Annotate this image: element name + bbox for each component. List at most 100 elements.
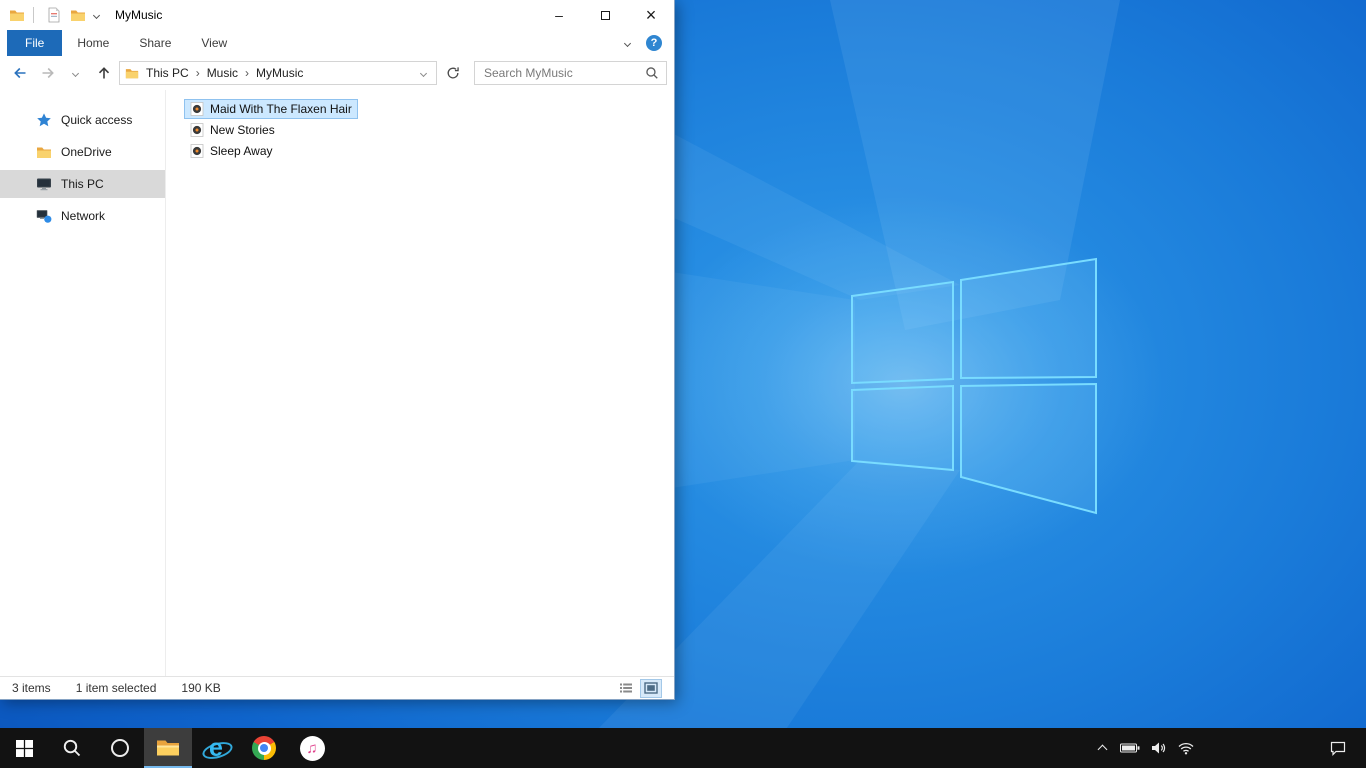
file-name: Sleep Away (210, 144, 273, 158)
expand-ribbon-chevron-icon[interactable] (623, 39, 632, 47)
file-explorer-window: MyMusic – × File Home Share View ? This … (0, 0, 675, 700)
sidebar-item-label: Quick access (61, 113, 133, 127)
breadcrumb[interactable]: This PC › Music › MyMusic (119, 61, 437, 85)
cortana-icon (111, 739, 129, 757)
taskbar: e ♫ (0, 728, 1366, 768)
volume-button[interactable] (1144, 728, 1172, 768)
window-controls: – × (536, 0, 674, 30)
taskbar-itunes-button[interactable]: ♫ (288, 728, 336, 768)
chevron-down-icon (71, 69, 80, 77)
tab-view[interactable]: View (186, 30, 242, 56)
large-icons-view-icon (643, 680, 659, 696)
quick-access-toolbar-divider (33, 7, 34, 23)
minimize-button[interactable]: – (536, 0, 582, 30)
sidebar-item-quick-access[interactable]: Quick access (0, 106, 165, 134)
selection-size: 190 KB (181, 681, 221, 695)
breadcrumb-music[interactable]: Music (200, 66, 245, 80)
file-item[interactable]: Maid With The Flaxen Hair (184, 99, 358, 119)
taskbar-file-explorer-button[interactable] (144, 728, 192, 768)
folder-icon (36, 144, 52, 160)
start-button[interactable] (0, 728, 48, 768)
windows-logo-icon (16, 740, 33, 757)
taskbar-search-button[interactable] (48, 728, 96, 768)
system-tray (1088, 728, 1366, 768)
address-dropdown-button[interactable] (415, 69, 432, 77)
show-hidden-icons-button[interactable] (1088, 728, 1116, 768)
taskbar-internet-explorer-button[interactable]: e (192, 728, 240, 768)
battery-icon (1120, 743, 1140, 753)
file-item[interactable]: New Stories (184, 120, 281, 140)
maximize-icon (600, 10, 610, 20)
sidebar-item-label: OneDrive (61, 145, 112, 159)
large-icons-view-button[interactable] (640, 678, 662, 698)
taskbar-chrome-button[interactable] (240, 728, 288, 768)
window-folder-icon (9, 7, 25, 23)
wifi-icon (1178, 742, 1194, 755)
status-bar: 3 items 1 item selected 190 KB (0, 676, 674, 699)
internet-explorer-icon: e (202, 734, 230, 762)
tab-home[interactable]: Home (62, 30, 124, 56)
selection-count: 1 item selected (75, 681, 157, 695)
breadcrumb-this-pc[interactable]: This PC (139, 66, 196, 80)
file-list[interactable]: Maid With The Flaxen Hair New Stories Sl… (166, 90, 674, 676)
title-bar[interactable]: MyMusic – × (0, 0, 674, 30)
file-name: Maid With The Flaxen Hair (210, 102, 352, 116)
itunes-icon: ♫ (299, 735, 325, 761)
chevron-down-icon (419, 69, 428, 77)
search-icon (645, 66, 659, 80)
ribbon-tab-bar: File Home Share View ? (0, 30, 674, 56)
details-view-button[interactable] (615, 679, 637, 698)
sidebar-item-label: This PC (61, 177, 104, 191)
maximize-button[interactable] (582, 0, 628, 30)
sidebar-item-this-pc[interactable]: This PC (0, 170, 165, 198)
chrome-icon (252, 736, 276, 760)
sidebar-item-onedrive[interactable]: OneDrive (0, 138, 165, 166)
back-button[interactable] (7, 60, 32, 86)
cortana-button[interactable] (96, 728, 144, 768)
customize-quick-access-toolbar-button[interactable] (90, 11, 103, 19)
address-bar: This PC › Music › MyMusic (0, 56, 674, 90)
action-center-button[interactable] (1316, 728, 1360, 768)
tab-file[interactable]: File (7, 30, 63, 56)
music-file-icon (190, 123, 204, 137)
new-folder-button[interactable] (66, 7, 90, 23)
sidebar-item-label: Network (61, 209, 106, 223)
arrow-up-icon (96, 65, 112, 81)
forward-button[interactable] (35, 60, 60, 86)
window-title: MyMusic (115, 8, 163, 22)
breadcrumb-mymusic[interactable]: MyMusic (249, 66, 310, 80)
music-file-icon (190, 102, 204, 116)
search-input[interactable] (482, 65, 645, 81)
up-button[interactable] (91, 60, 116, 86)
pc-icon (36, 176, 52, 192)
location-folder-icon (125, 66, 139, 80)
file-item[interactable]: Sleep Away (184, 141, 279, 161)
battery-status-button[interactable] (1116, 728, 1144, 768)
network-status-button[interactable] (1172, 728, 1200, 768)
item-count: 3 items (12, 681, 51, 695)
music-file-icon (190, 144, 204, 158)
arrow-right-icon (40, 65, 56, 81)
close-button[interactable]: × (628, 0, 674, 30)
star-icon (36, 112, 52, 128)
action-center-icon (1330, 740, 1346, 756)
details-view-icon (618, 680, 634, 696)
navigation-pane: Quick access OneDrive This PC Network (0, 90, 166, 676)
arrow-left-icon (12, 65, 28, 81)
search-icon (62, 738, 82, 758)
properties-button[interactable] (42, 7, 66, 23)
file-name: New Stories (210, 123, 275, 137)
chevron-up-icon (1097, 744, 1107, 755)
file-explorer-icon (156, 736, 180, 760)
refresh-icon (446, 66, 460, 80)
properties-icon (46, 7, 62, 23)
speaker-icon (1150, 740, 1166, 756)
chevron-down-icon (92, 11, 101, 19)
sidebar-item-network[interactable]: Network (0, 202, 165, 230)
recent-locations-button[interactable] (63, 60, 88, 86)
help-button[interactable]: ? (646, 35, 662, 51)
tab-share[interactable]: Share (124, 30, 186, 56)
search-box[interactable] (474, 61, 667, 85)
refresh-button[interactable] (440, 60, 465, 86)
network-icon (36, 208, 52, 224)
